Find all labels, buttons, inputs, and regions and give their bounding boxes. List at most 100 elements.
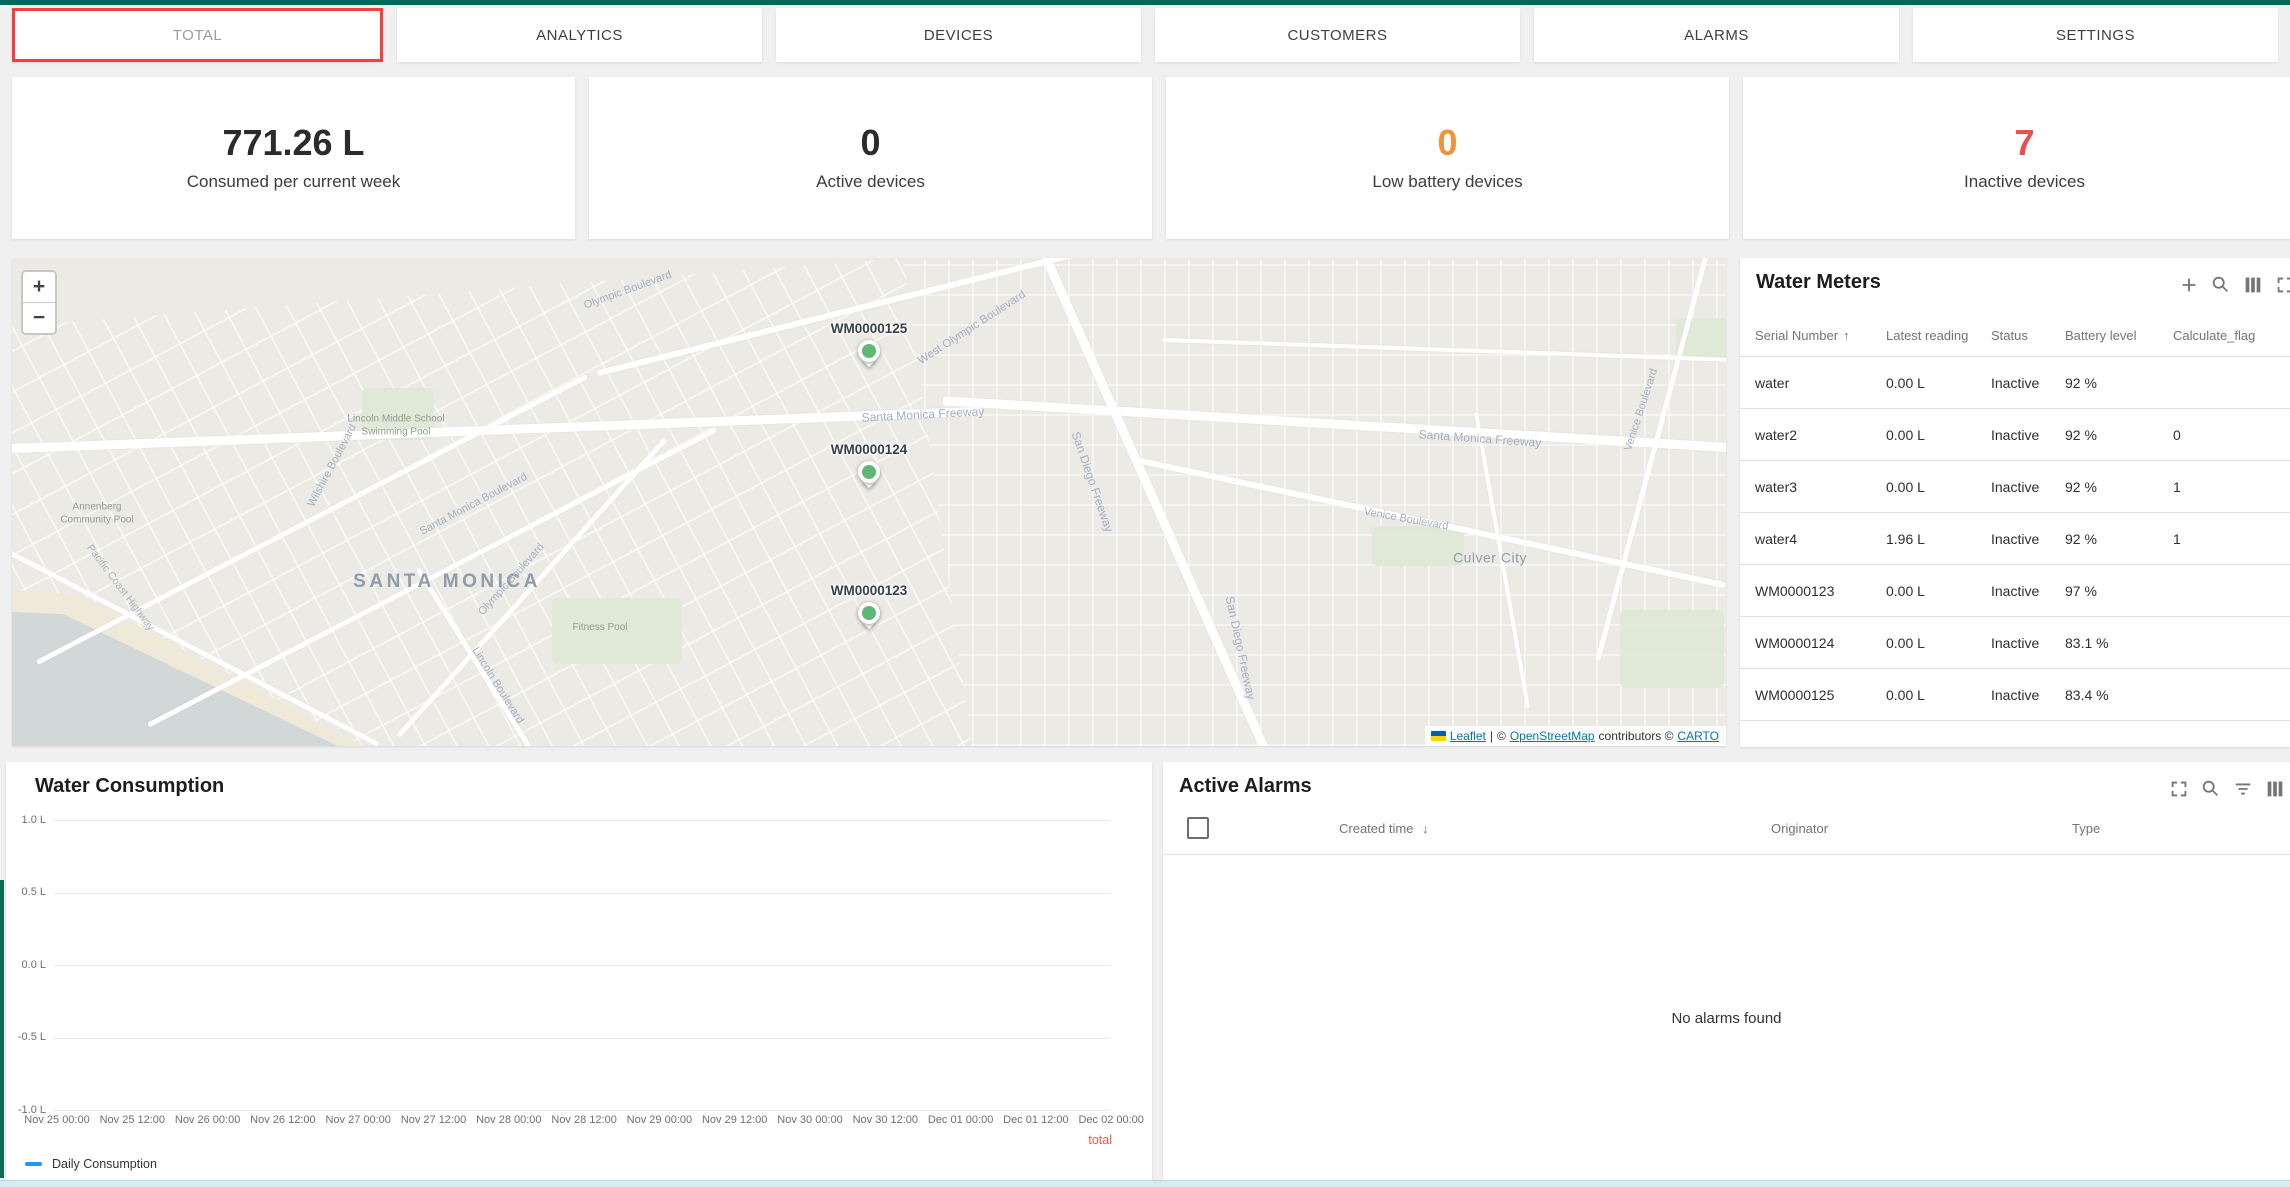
table-row[interactable]: WM00001240.00 LInactive83.1 % — [1740, 617, 2290, 669]
table-cell: 92 % — [2065, 427, 2173, 443]
table-cell: WM0000123 — [1755, 583, 1886, 599]
tab-customers[interactable]: CUSTOMERS — [1155, 8, 1520, 62]
no-alarms-message: No alarms found — [1163, 1010, 2290, 1027]
column-label: Calculate_flag — [2173, 328, 2255, 343]
marker-label: WM0000125 — [831, 321, 908, 336]
table-cell: Inactive — [1991, 479, 2065, 495]
column-label: Created time — [1339, 821, 1413, 836]
add-icon[interactable] — [2178, 274, 2200, 296]
fullscreen-icon[interactable] — [2168, 778, 2190, 800]
column-label: Latest reading — [1886, 328, 1968, 343]
tab-bar: TOTAL ANALYTICS DEVICES CUSTOMERS ALARMS SETT… — [12, 8, 2278, 62]
legend-line-marker — [25, 1162, 42, 1166]
table-cell: water — [1755, 375, 1886, 391]
table-cell: 92 % — [2065, 479, 2173, 495]
column-header-latest-reading[interactable]: Latest reading — [1886, 328, 1991, 343]
table-cell: water4 — [1755, 531, 1886, 547]
marker-pin-icon — [858, 461, 880, 483]
water-meters-title: Water Meters — [1756, 271, 1881, 294]
tab-alarms[interactable]: ALARMS — [1534, 8, 1899, 62]
stat-value: 771.26 L — [222, 125, 364, 161]
stat-label: Active devices — [816, 172, 925, 192]
table-row[interactable]: water41.96 LInactive92 %1 — [1740, 513, 2290, 565]
water-consumption-widget: Water Consumption 1.0 L0.5 L0.0 L-0.5 L-… — [6, 762, 1152, 1181]
ukraine-flag-icon — [1431, 731, 1446, 741]
chart-gridline — [54, 820, 1110, 821]
carto-link[interactable]: CARTO — [1677, 729, 1719, 743]
stat-value: 7 — [2014, 125, 2034, 161]
series-label[interactable]: total — [1088, 1133, 1112, 1147]
active-alarms-title: Active Alarms — [1179, 775, 1312, 798]
table-row[interactable]: water30.00 LInactive92 %1 — [1740, 461, 2290, 513]
zoom-out-button[interactable]: − — [23, 303, 55, 333]
table-row[interactable]: WM00001250.00 LInactive83.4 % — [1740, 669, 2290, 721]
attribution-divider: | — [1490, 729, 1493, 743]
table-cell: 0.00 L — [1886, 427, 1991, 443]
tab-settings[interactable]: SETTINGS — [1913, 8, 2278, 62]
table-cell: water2 — [1755, 427, 1886, 443]
column-header-calculate-flag[interactable]: Calculate_flag — [2173, 328, 2290, 343]
chart-gridline — [54, 893, 1110, 894]
table-cell: Inactive — [1991, 687, 2065, 703]
map-zoom-control: + − — [21, 270, 57, 335]
map-park — [1372, 526, 1464, 566]
map-place-label: Fitness Pool — [572, 622, 627, 635]
map-widget[interactable]: SANTA MONICACulver CitySanta Monica Free… — [12, 258, 1726, 746]
column-header-battery-level[interactable]: Battery level — [2065, 328, 2173, 343]
water-meters-widget: Water Meters Serial Number ↑ Latest readin… — [1740, 258, 2290, 747]
column-header-created-time[interactable]: Created time ↓ — [1339, 821, 1429, 836]
openstreetmap-link[interactable]: OpenStreetMap — [1510, 729, 1595, 743]
stat-label: Inactive devices — [1964, 172, 2085, 192]
table-row[interactable]: water20.00 LInactive92 %0 — [1740, 409, 2290, 461]
fullscreen-icon[interactable] — [2274, 274, 2290, 296]
y-axis-tick: -0.5 L — [6, 1031, 46, 1043]
stat-cards: 771.26 L Consumed per current week 0 Active… — [12, 77, 2290, 239]
marker-label: WM0000124 — [831, 442, 908, 457]
water-meters-body: water0.00 LInactive92 %water20.00 LInact… — [1740, 357, 2290, 721]
column-header-type[interactable]: Type — [2072, 821, 2100, 836]
columns-icon[interactable] — [2264, 778, 2286, 800]
stat-card: 771.26 L Consumed per current week — [12, 77, 575, 239]
table-cell: 1 — [2173, 531, 2290, 547]
stat-label: Consumed per current week — [187, 172, 401, 192]
filter-icon[interactable] — [2232, 778, 2254, 800]
tab-total[interactable]: TOTAL — [12, 8, 383, 62]
search-icon[interactable] — [2200, 778, 2222, 800]
table-cell: 92 % — [2065, 375, 2173, 391]
leaflet-link[interactable]: Leaflet — [1450, 729, 1486, 743]
chart-gridline — [54, 1110, 1110, 1111]
zoom-in-button[interactable]: + — [23, 272, 55, 302]
table-cell: 83.1 % — [2065, 635, 2173, 651]
tab-devices[interactable]: DEVICES — [776, 8, 1141, 62]
bottom-edge-strip — [0, 1180, 2290, 1187]
table-cell: 92 % — [2065, 531, 2173, 547]
active-alarms-toolbar — [2168, 778, 2286, 800]
y-axis-tick: 0.0 L — [6, 959, 46, 971]
select-all-checkbox[interactable] — [1187, 817, 1209, 839]
chart-gridline — [54, 965, 1110, 966]
table-row[interactable]: WM00001230.00 LInactive97 % — [1740, 565, 2290, 617]
marker-label: WM0000123 — [831, 583, 908, 598]
column-header-status[interactable]: Status — [1991, 328, 2065, 343]
left-edge-strip — [0, 880, 4, 1178]
divider — [1163, 854, 2290, 855]
table-cell: 0.00 L — [1886, 687, 1991, 703]
y-axis-tick: 1.0 L — [6, 814, 46, 826]
column-header-originator[interactable]: Originator — [1771, 821, 1828, 836]
stat-value: 0 — [860, 125, 880, 161]
column-header-serial-number[interactable]: Serial Number ↑ — [1755, 328, 1886, 343]
table-cell: Inactive — [1991, 427, 2065, 443]
tab-analytics[interactable]: ANALYTICS — [397, 8, 762, 62]
sort-descending-arrow: ↓ — [1422, 821, 1429, 836]
table-cell: 1 — [2173, 479, 2290, 495]
sort-ascending-arrow: ↑ — [1843, 328, 1850, 343]
stat-label: Low battery devices — [1372, 172, 1522, 192]
column-label: Serial Number — [1755, 328, 1838, 343]
search-icon[interactable] — [2210, 274, 2232, 296]
columns-icon[interactable] — [2242, 274, 2264, 296]
table-row[interactable]: water0.00 LInactive92 % — [1740, 357, 2290, 409]
chart-legend[interactable]: Daily Consumption — [25, 1157, 157, 1171]
map-place-label: Culver City — [1453, 549, 1527, 567]
map-attribution: Leaflet | © OpenStreetMap contributors ©… — [1425, 726, 1726, 746]
column-label: Battery level — [2065, 328, 2137, 343]
